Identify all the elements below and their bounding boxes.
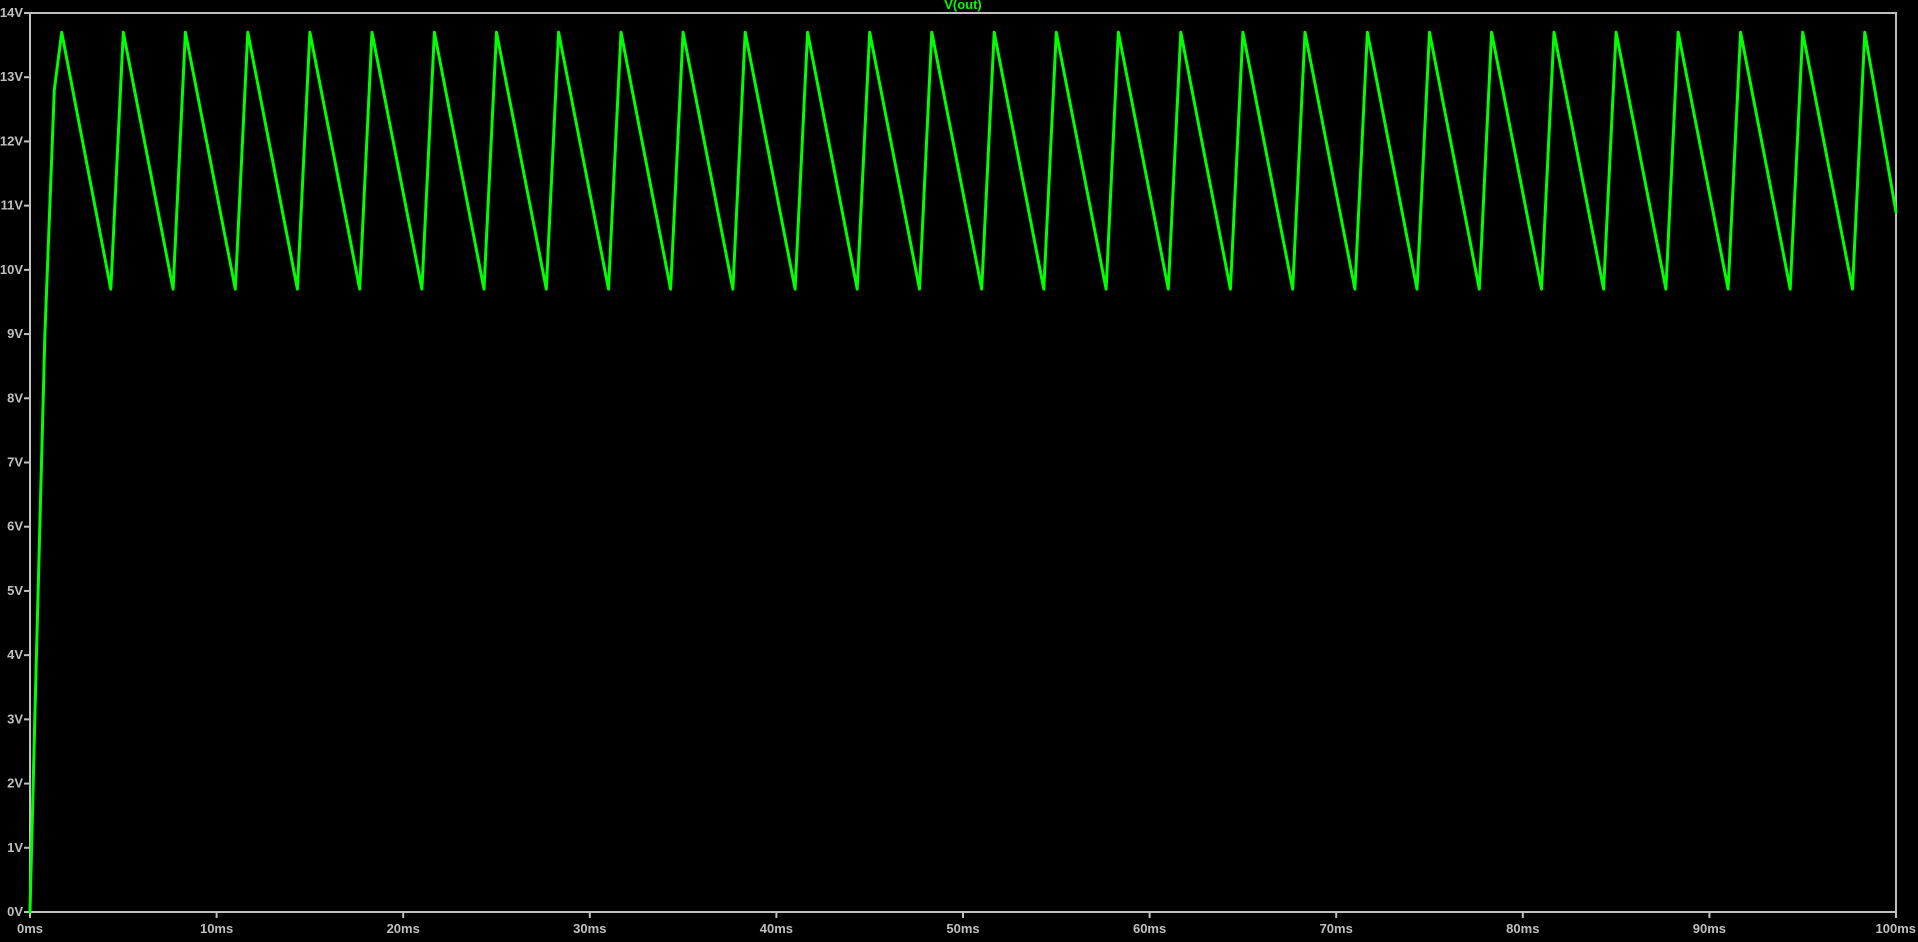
x-tick-label: 70ms xyxy=(1320,921,1353,936)
y-tick-label: 6V xyxy=(7,519,23,534)
x-axis: 0ms 10ms 20ms 30ms 40ms 50ms 60ms 70ms 80ms 90ms 1… xyxy=(17,912,1916,936)
trace-v-out[interactable] xyxy=(28,30,1898,914)
x-tick-label: 0ms xyxy=(17,921,43,936)
x-tick-label: 20ms xyxy=(387,921,420,936)
y-tick-label: 7V xyxy=(7,455,23,470)
waveform-plot[interactable]: V(out) 0V 1V 2V 3V 4V 5V 6V 7V 8V 9V 10V 11V 12V 13V 1… xyxy=(0,0,1918,937)
y-tick-label: 8V xyxy=(7,390,23,405)
y-tick-label: 5V xyxy=(7,583,23,598)
y-tick-label: 2V xyxy=(7,776,23,791)
y-tick-label: 0V xyxy=(7,904,23,919)
plot-frame xyxy=(29,12,1897,913)
x-tick-label: 30ms xyxy=(573,921,606,936)
x-tick-label: 90ms xyxy=(1693,921,1726,936)
x-tick-label: 80ms xyxy=(1506,921,1539,936)
y-axis: 0V 1V 2V 3V 4V 5V 6V 7V 8V 9V 10V 11V 12V 13V 14V xyxy=(0,5,30,919)
x-tick-label: 50ms xyxy=(946,921,979,936)
y-tick-label: 13V xyxy=(0,69,23,84)
trace-layer xyxy=(28,30,1898,914)
y-tick-label: 9V xyxy=(7,326,23,341)
x-tick-label: 10ms xyxy=(200,921,233,936)
y-tick-label: 1V xyxy=(7,840,23,855)
y-tick-label: 3V xyxy=(7,711,23,726)
y-tick-label: 10V xyxy=(0,262,23,277)
x-tick-label: 100ms xyxy=(1876,921,1916,936)
x-tick-label: 60ms xyxy=(1133,921,1166,936)
x-tick-label: 40ms xyxy=(760,921,793,936)
chart-title[interactable]: V(out) xyxy=(944,0,982,12)
y-tick-label: 4V xyxy=(7,647,23,662)
y-tick-label: 12V xyxy=(0,133,23,148)
y-tick-label: 14V xyxy=(0,5,23,20)
y-tick-label: 11V xyxy=(1,198,24,213)
plot-canvas[interactable]: V(out) 0V 1V 2V 3V 4V 5V 6V 7V 8V 9V 10V 11V 12V 13V 1… xyxy=(0,0,1918,937)
